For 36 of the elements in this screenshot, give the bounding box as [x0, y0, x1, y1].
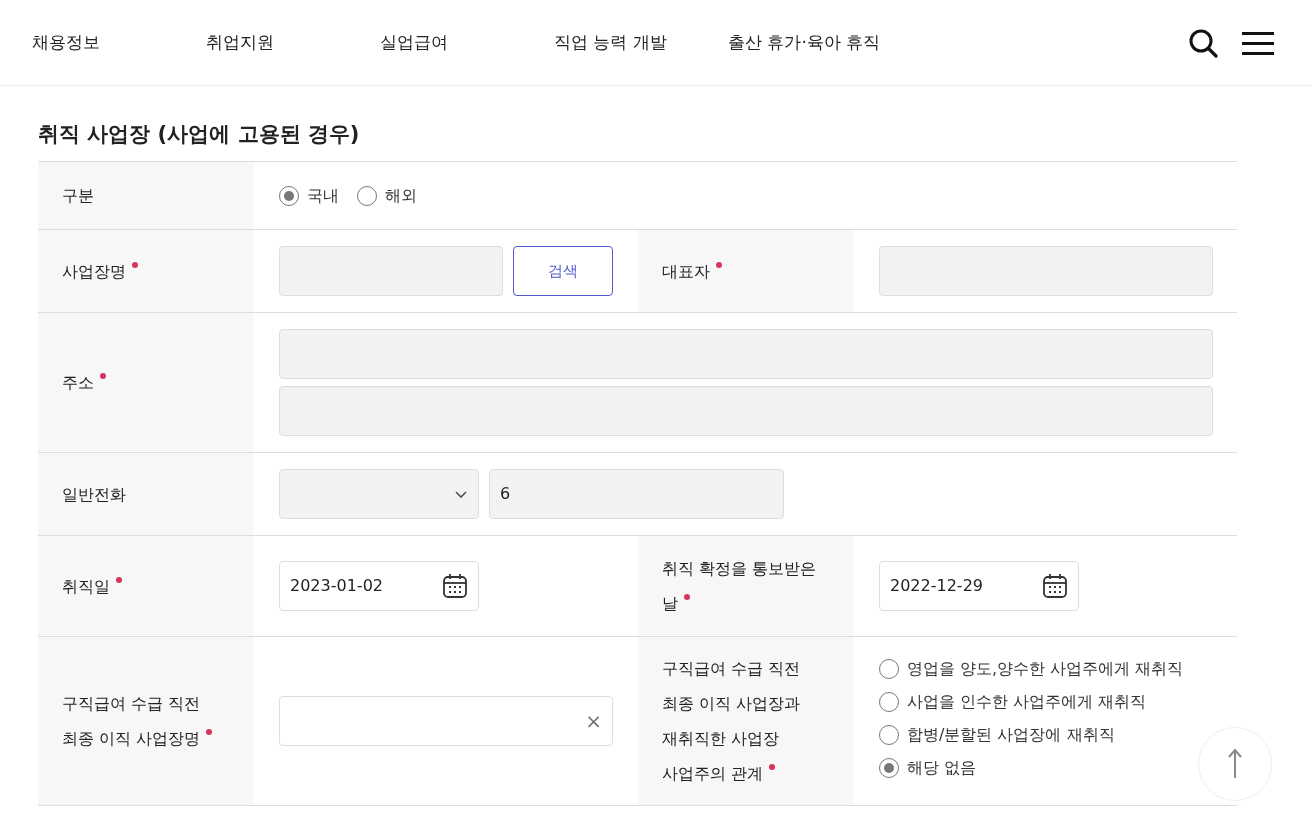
chevron-down-icon	[454, 489, 468, 500]
nav-link-item[interactable]: 실업급여	[380, 29, 554, 56]
date-field[interactable]: 2023-01-02	[279, 561, 479, 612]
nav-link-item[interactable]: 취업지원	[206, 29, 380, 56]
field-label: 일반전화	[62, 483, 126, 506]
search-icon	[1188, 27, 1218, 58]
radio-label: 해당 없음	[907, 757, 977, 780]
date-field[interactable]: 2022-12-29	[879, 561, 1079, 612]
menu-icon	[1242, 29, 1274, 56]
calendar-icon	[442, 573, 468, 600]
field-label: 주소	[62, 365, 106, 401]
up-arrow-icon	[1225, 748, 1245, 780]
field-label: 취직 확정을 통보받은 날	[662, 558, 817, 616]
field-label: 취직일	[62, 568, 122, 604]
nav-link-item[interactable]: 출산 휴가·육아 휴직	[728, 29, 928, 56]
radio-label: 해외	[385, 184, 417, 207]
field-label: 사업장명	[62, 253, 138, 289]
calendar-icon	[1042, 573, 1068, 600]
search-button[interactable]	[1188, 27, 1218, 58]
radio-label: 국내	[307, 184, 339, 207]
radio-label: 사업을 인수한 사업주에게 재취직	[907, 691, 1147, 714]
field-value: 6	[500, 483, 511, 506]
radio-label: 영업을 양도,양수한 사업주에게 재취직	[907, 658, 1184, 681]
radio-label: 합병/분할된 사업장에 재취직	[907, 724, 1115, 747]
clear-button[interactable]: ×	[585, 706, 602, 737]
section-title: 취직 사업장 (사업에 고용된 경우)	[38, 122, 361, 148]
nav-link-item[interactable]: 직업 능력 개발	[554, 29, 728, 56]
business-name-field[interactable]: ×	[279, 696, 613, 747]
field-label: 구직급여 수급 직전 최종 이직 사업장과 재취직한 사업장 사업주의 관계	[662, 658, 801, 786]
field-value: 2022-12-29	[890, 575, 983, 598]
field-label: 구직급여 수급 직전 최종 이직 사업장명	[62, 686, 213, 757]
menu-button[interactable]	[1242, 29, 1274, 56]
nav-link-item[interactable]: 채용정보	[32, 29, 206, 56]
field-label: 구분	[62, 185, 94, 208]
field-label: 대표자	[662, 253, 722, 289]
field-value: 2023-01-02	[290, 575, 383, 598]
